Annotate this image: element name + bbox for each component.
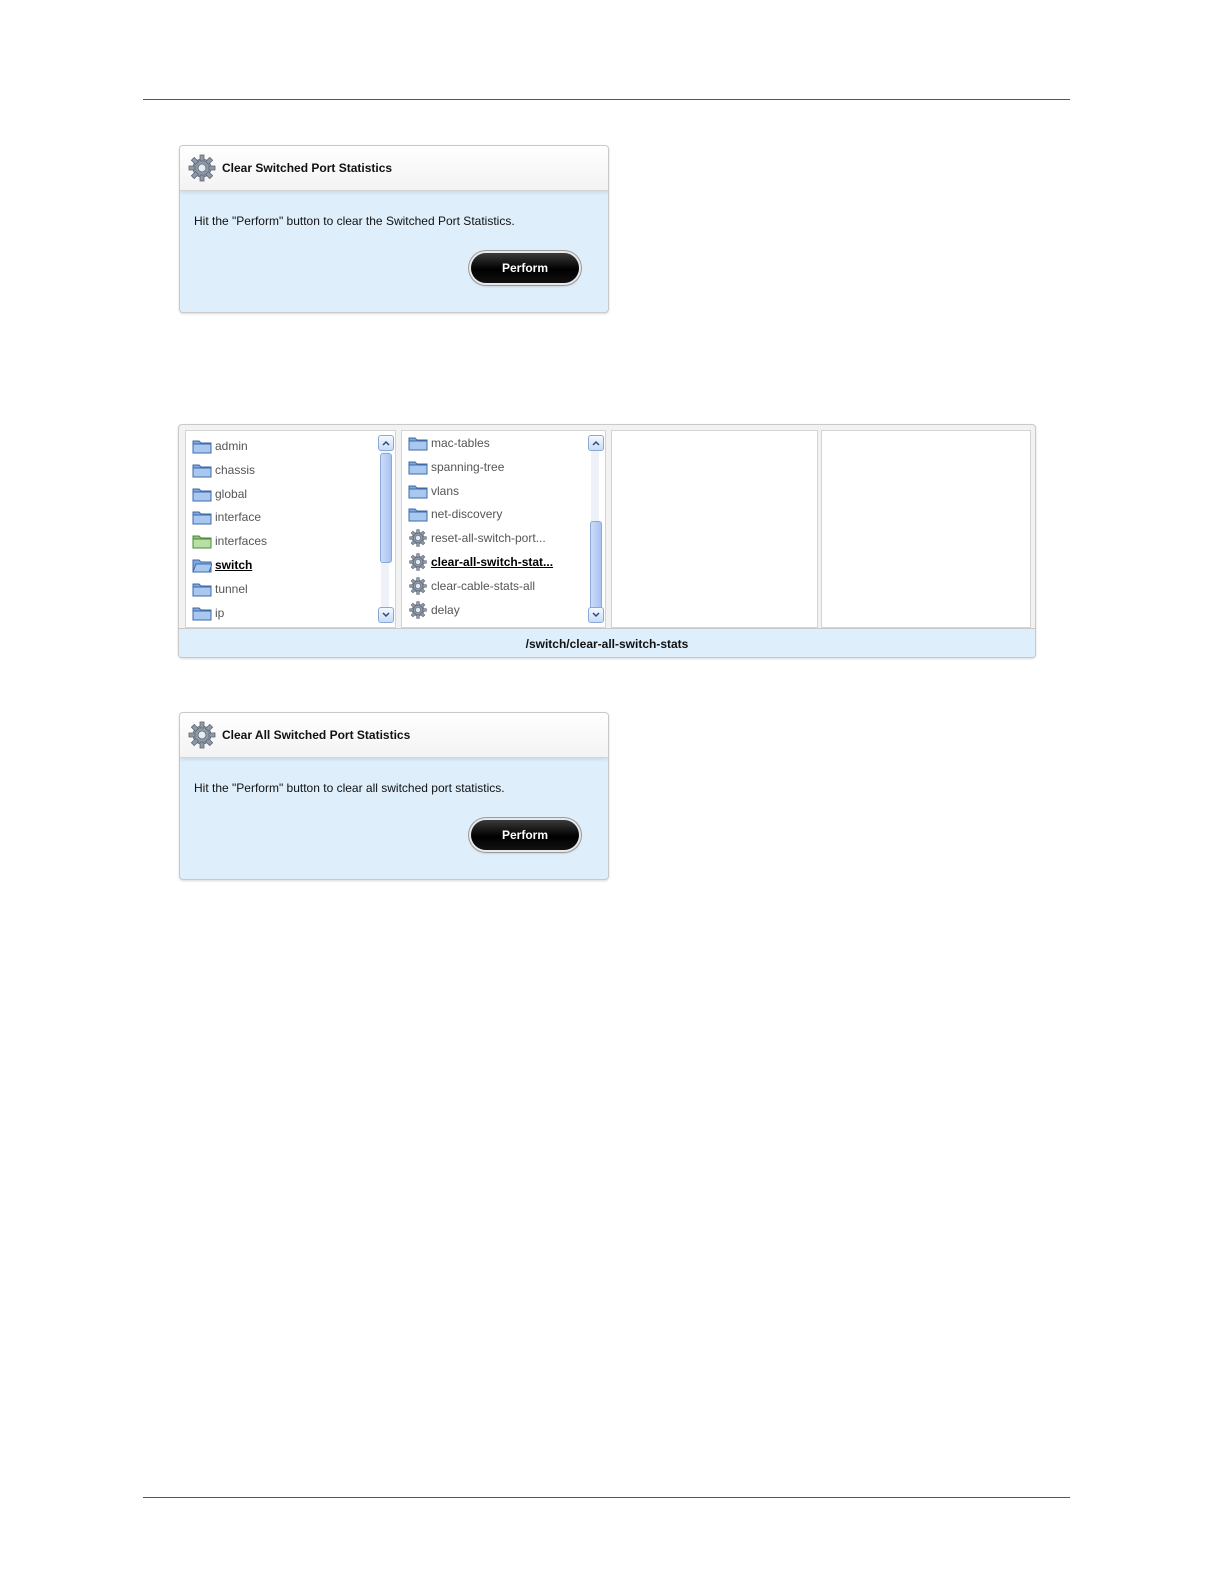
browser-item-label: delay (431, 602, 460, 617)
clear-switched-port-stats-panel: Clear Switched Port Statistics Hit the "… (179, 145, 609, 313)
scroll-thumb[interactable] (380, 453, 392, 563)
folder-icon (192, 437, 212, 455)
gear-icon (408, 529, 428, 547)
scroll-down-arrow-icon[interactable] (378, 607, 394, 623)
browser-item-label: interface (215, 510, 262, 525)
browser-item-spanning-tree[interactable]: spanning-tree (408, 456, 504, 478)
browser-item-label: clear-all-switch-stat... (431, 555, 554, 569)
browser-item-chassis[interactable]: chassis (192, 459, 255, 481)
browser-item-clear-cable-stats-all[interactable]: clear-cable-stats-all (408, 575, 535, 597)
gear-icon (188, 154, 216, 182)
panel-title: Clear Switched Port Statistics (222, 161, 393, 175)
folder-icon (192, 580, 212, 598)
browser-item-interface[interactable]: interface (192, 506, 261, 528)
command-browser: admin chassis global interface interfaces swi… (178, 424, 1036, 658)
browser-item-ip[interactable]: ip (192, 602, 224, 624)
panel-title: Clear All Switched Port Statistics (222, 728, 411, 742)
folder-open-icon (192, 556, 212, 574)
path-bar: /switch/clear-all-switch-stats (179, 628, 1035, 657)
panel-message: Hit the "Perform" button to clear all sw… (194, 781, 505, 795)
footer-rule (143, 1497, 1070, 1498)
folder-icon (408, 482, 428, 500)
folder-icon (192, 604, 212, 622)
browser-column-2: mac-tables spanning-tree vlans net-discover… (401, 430, 606, 628)
gear-icon (408, 600, 428, 619)
folder-icon (408, 434, 428, 452)
browser-item-label: net-discovery (431, 507, 503, 522)
folder-green-icon (192, 532, 212, 550)
browser-item-label: chassis (215, 462, 256, 477)
browser-item-reset-all-switch-port[interactable]: reset-all-switch-port... (408, 527, 546, 549)
gear-icon (408, 553, 428, 571)
browser-item-label: clear-cable-stats-all (431, 578, 536, 593)
folder-icon (192, 485, 212, 503)
browser-item-net-discovery[interactable]: net-discovery (408, 503, 502, 525)
browser-item-label: vlans (431, 483, 460, 498)
browser-item-admin[interactable]: admin (192, 435, 248, 457)
folder-icon (408, 458, 428, 476)
scrollbar[interactable] (588, 435, 604, 623)
browser-column-3 (611, 430, 818, 628)
scroll-down-arrow-icon[interactable] (588, 607, 604, 623)
browser-item-mac-tables[interactable]: mac-tables (408, 432, 490, 454)
browser-item-label: mac-tables (431, 436, 490, 450)
browser-item-label: interfaces (215, 534, 268, 549)
gear-icon (408, 577, 428, 595)
browser-item-tunnel[interactable]: tunnel (192, 578, 248, 600)
browser-item-label: reset-all-switch-port... (431, 531, 546, 546)
scroll-thumb[interactable] (590, 521, 602, 615)
browser-item-vlans[interactable]: vlans (408, 480, 459, 502)
folder-icon (192, 461, 212, 479)
browser-item-label: global (215, 486, 248, 501)
clear-all-switched-port-stats-panel: Clear All Switched Port Statistics Hit t… (179, 712, 609, 880)
gear-icon (188, 721, 216, 749)
perform-button[interactable]: Perform (471, 253, 579, 283)
browser-item-clear-all-switch-stat[interactable]: clear-all-switch-stat... (408, 551, 553, 573)
browser-column-1: admin chassis global interface interfaces swi… (185, 430, 396, 628)
browser-item-label: ip (215, 605, 225, 620)
panel-message: Hit the "Perform" button to clear the Sw… (194, 214, 515, 228)
browser-item-label: admin (215, 439, 248, 453)
perform-button[interactable]: Perform (471, 820, 579, 850)
folder-icon (192, 508, 212, 526)
scroll-up-arrow-icon[interactable] (588, 435, 604, 451)
scrollbar[interactable] (378, 435, 394, 623)
browser-item-interfaces[interactable]: interfaces (192, 530, 267, 552)
panel-header: Clear Switched Port Statistics (180, 146, 608, 191)
folder-icon (408, 505, 428, 523)
browser-item-global[interactable]: global (192, 483, 247, 505)
scroll-up-arrow-icon[interactable] (378, 435, 394, 451)
browser-item-label: tunnel (215, 581, 248, 596)
browser-item-label: spanning-tree (431, 459, 505, 474)
browser-item-switch[interactable]: switch (192, 554, 252, 576)
header-rule (143, 99, 1070, 100)
browser-item-label: switch (215, 558, 253, 572)
browser-item-delay[interactable]: delay (408, 599, 460, 621)
browser-column-4 (821, 430, 1031, 628)
panel-header: Clear All Switched Port Statistics (180, 713, 608, 758)
